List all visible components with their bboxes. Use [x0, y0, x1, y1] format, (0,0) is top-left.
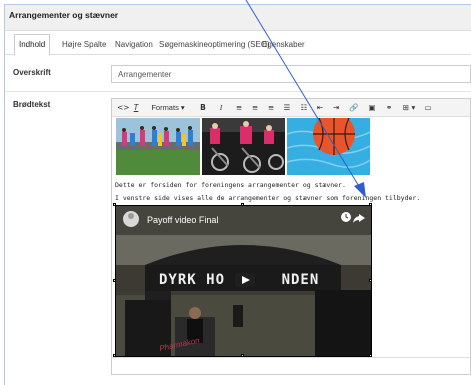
bullet-list-icon[interactable]: ☰	[282, 102, 292, 114]
outdent-icon[interactable]: ⇤	[315, 102, 325, 114]
align-center-icon[interactable]: ≡	[250, 102, 260, 114]
resize-handle-w[interactable]	[113, 279, 116, 282]
italic-button[interactable]: I	[216, 102, 226, 114]
tab-hojre-spalte[interactable]: Højre Spalte	[58, 36, 110, 55]
brodtekst-label: Brødtekst	[13, 100, 51, 109]
resize-handle-e[interactable]	[369, 279, 372, 282]
editor-divider	[111, 357, 471, 358]
overskrift-input[interactable]: Arrangementer	[111, 65, 471, 83]
page-title: Arrangementer og stævner	[9, 10, 119, 20]
source-code-button[interactable]: <>	[117, 102, 130, 114]
align-right-icon[interactable]: ≡	[266, 102, 276, 114]
formats-dropdown[interactable]: Formats ▾	[147, 102, 189, 114]
numbered-list-icon[interactable]: ☷	[299, 102, 309, 114]
video-title: Payoff video Final	[147, 215, 219, 225]
preview-icon[interactable]: ▭	[423, 102, 433, 114]
runners-photo[interactable]	[116, 118, 200, 175]
media-icon[interactable]: ⚭	[384, 102, 394, 114]
resize-handle-n[interactable]	[241, 203, 244, 206]
image-icon[interactable]: ▣	[367, 102, 377, 114]
tab-seo[interactable]: Søgemaskineoptimering (SEO)	[155, 36, 274, 55]
resize-handle-nw[interactable]	[113, 203, 116, 206]
basketball-photo[interactable]	[287, 118, 370, 175]
bold-button[interactable]: B	[198, 102, 208, 114]
resize-handle-ne[interactable]	[369, 203, 372, 206]
play-icon[interactable]	[235, 273, 255, 287]
link-icon[interactable]: 🔗	[349, 102, 359, 114]
tab-navigation[interactable]: Navigation	[111, 36, 157, 55]
table-dropdown[interactable]: ⊞ ▾	[400, 102, 418, 114]
spinning-photo[interactable]	[202, 118, 285, 175]
editor-toolbar: <> T Formats ▾ B I ≡ ≡ ≡ ☰ ☷ ⇤ ⇥ 🔗 ▣ ⚭ ⊞…	[112, 99, 470, 117]
overskrift-label: Overskrift	[13, 68, 51, 77]
body-text-line-1: Dette er forsiden for foreningens arrang…	[115, 181, 346, 189]
body-text-line-2: I venstre side vises alle de arrangement…	[115, 194, 421, 202]
tab-bar: Indhold Højre Spalte Navigation Søgemask…	[5, 31, 471, 56]
tab-indhold[interactable]: Indhold	[14, 34, 51, 56]
page-header: Arrangementer og stævner	[5, 5, 471, 31]
divider	[5, 91, 471, 92]
align-left-icon[interactable]: ≡	[234, 102, 244, 114]
clear-format-button[interactable]: T	[131, 102, 141, 114]
tab-egenskaber[interactable]: Egenskaber	[258, 36, 309, 55]
indent-icon[interactable]: ⇥	[331, 102, 341, 114]
embedded-video[interactable]: Payoff video Final DYRK HO NDEN Pharmako…	[115, 205, 372, 356]
